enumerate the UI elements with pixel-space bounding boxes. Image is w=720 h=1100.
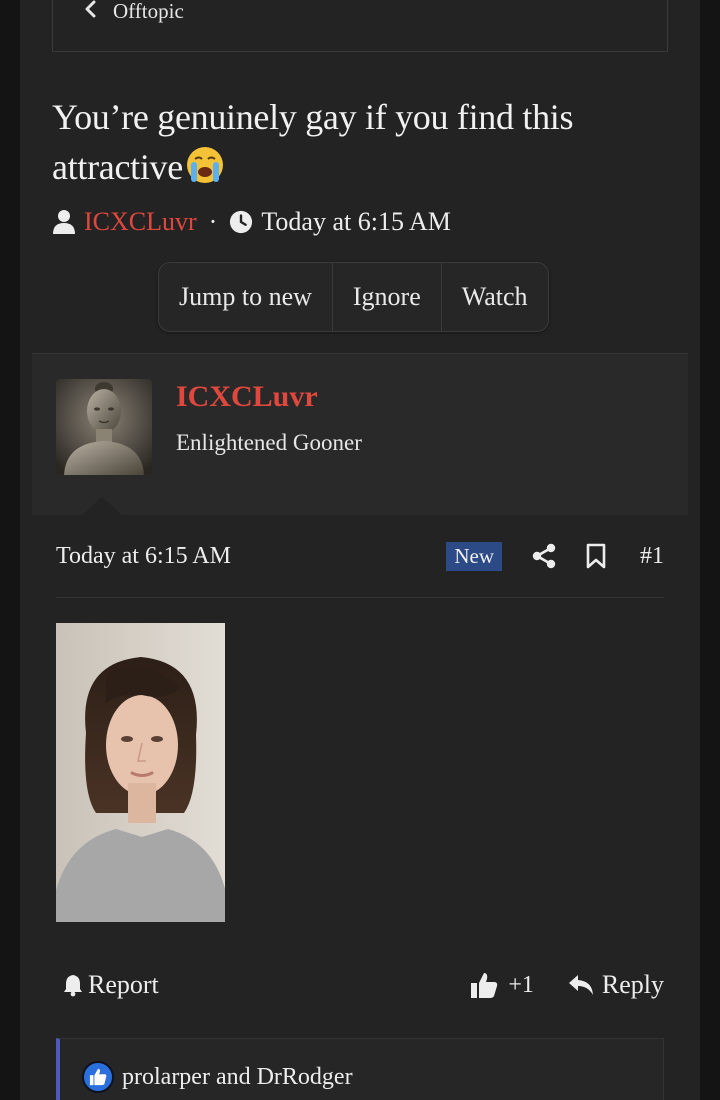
jump-to-new-button[interactable]: Jump to new: [159, 263, 333, 331]
post-user-block: ICXCLuvr Enlightened Gooner: [32, 353, 688, 517]
post-divider: [56, 597, 664, 598]
reply-label: Reply: [601, 970, 664, 999]
page: Offtopic You’re genuinely gay if you fin…: [20, 0, 700, 1100]
reply-icon: [568, 975, 593, 995]
reactions-bar[interactable]: prolarper and DrRodger: [56, 1038, 664, 1100]
post-image[interactable]: [56, 623, 225, 922]
post-footer: Report +1 Reply: [56, 962, 664, 1008]
breadcrumb-box: Offtopic: [52, 0, 668, 52]
crying-face-icon: [185, 145, 225, 185]
thread-meta: ICXCLuvr · Today at 6:15 AM: [52, 202, 451, 242]
breadcrumb[interactable]: Offtopic: [83, 0, 184, 26]
bookmark-icon[interactable]: [586, 543, 610, 569]
thread-title-text: You’re genuinely gay if you find this at…: [52, 97, 574, 187]
thread-actions: Jump to new Ignore Watch: [158, 262, 549, 332]
like-button[interactable]: +1: [470, 971, 534, 999]
reply-button[interactable]: Reply: [568, 970, 664, 1000]
chevron-left-icon: [83, 0, 97, 24]
share-icon[interactable]: [532, 543, 556, 569]
breadcrumb-label: Offtopic: [113, 0, 184, 23]
watch-button[interactable]: Watch: [442, 263, 548, 331]
user-block-caret: [80, 497, 124, 517]
user-icon: [52, 209, 76, 235]
post-header: Today at 6:15 AM New #1: [56, 530, 664, 582]
report-button[interactable]: Report: [62, 970, 159, 1000]
clock-icon: [229, 209, 253, 235]
thread-title: You’re genuinely gay if you find this at…: [52, 92, 652, 192]
like-count: +1: [508, 971, 534, 998]
post-number-link[interactable]: #1: [640, 543, 664, 570]
like-reaction-icon: [82, 1061, 114, 1093]
reactions-text[interactable]: prolarper and DrRodger: [122, 1064, 353, 1091]
bell-icon: [64, 975, 82, 997]
user-title: Enlightened Gooner: [176, 430, 362, 455]
new-badge: New: [446, 541, 502, 571]
post-time[interactable]: Today at 6:15 AM: [56, 543, 231, 570]
thread-author-link[interactable]: ICXCLuvr: [84, 207, 197, 237]
thumbs-up-icon: [471, 973, 498, 998]
thread-time[interactable]: Today at 6:15 AM: [261, 207, 451, 237]
report-label: Report: [88, 970, 159, 999]
post-username[interactable]: ICXCLuvr: [176, 380, 318, 414]
avatar[interactable]: [56, 379, 152, 475]
ignore-button[interactable]: Ignore: [333, 263, 442, 331]
meta-separator: ·: [208, 207, 218, 236]
